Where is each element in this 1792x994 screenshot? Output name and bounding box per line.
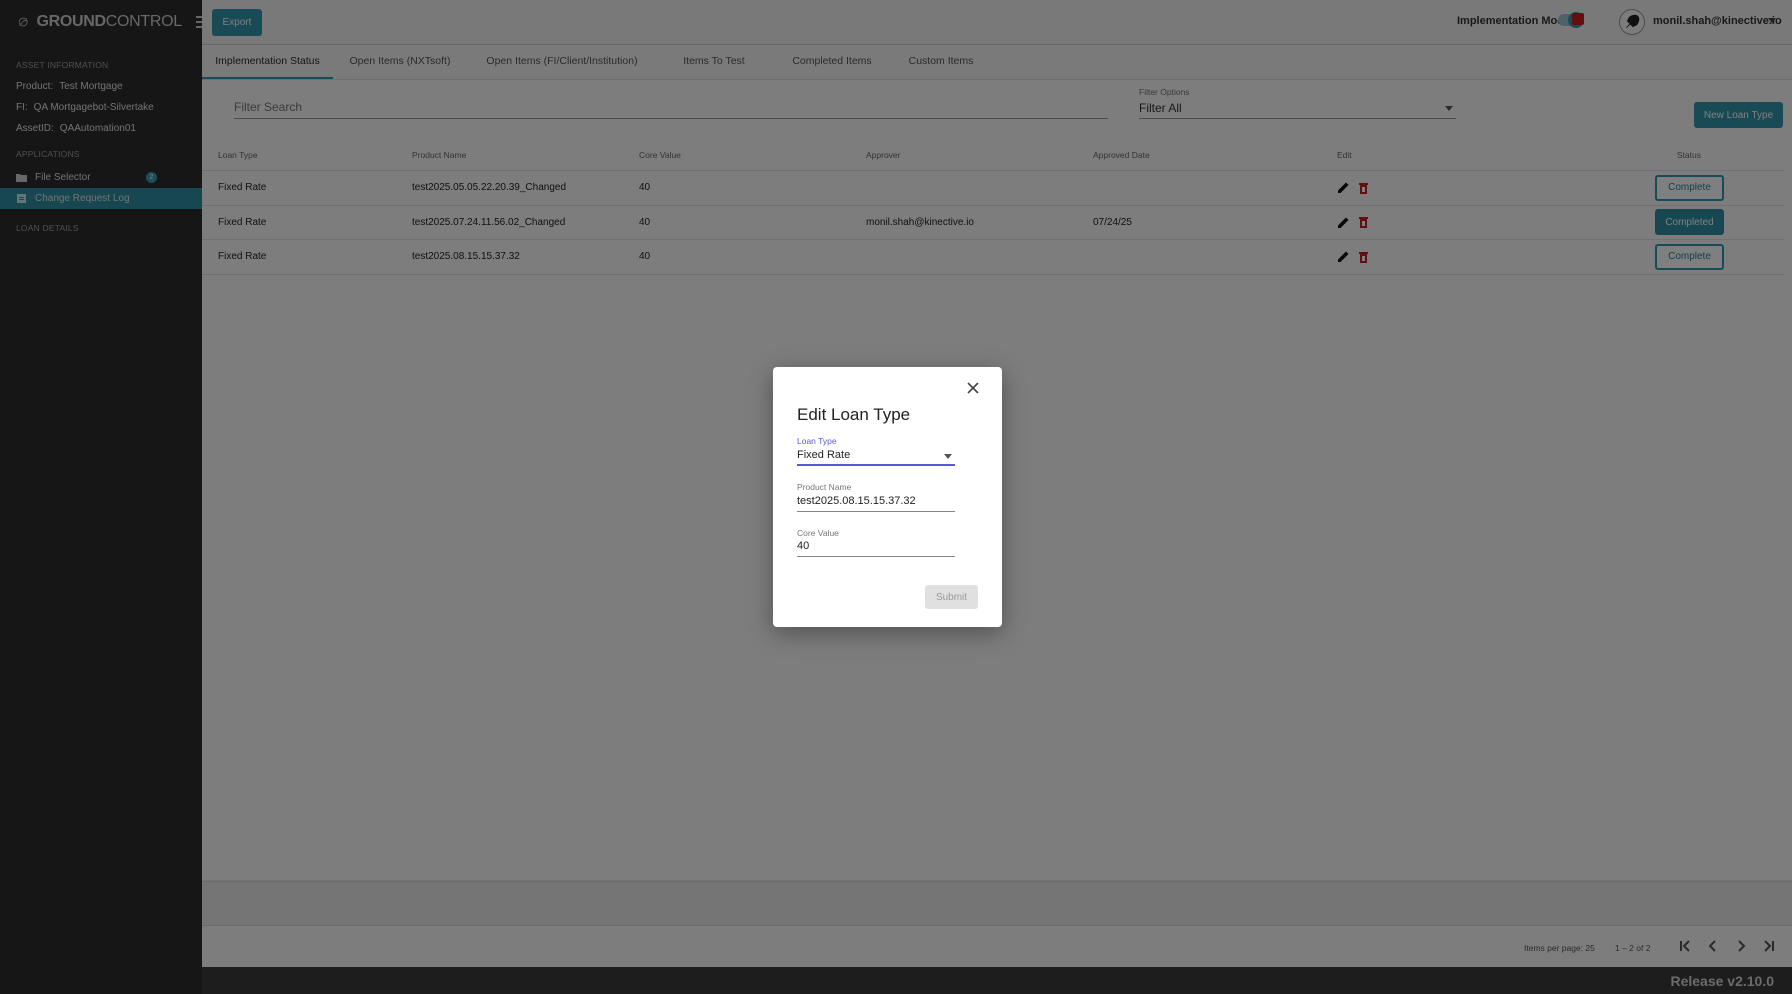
loan-type-select[interactable]: Fixed Rate [797, 446, 955, 466]
product-name-label: Product Name [797, 482, 852, 492]
submit-button[interactable]: Submit [925, 585, 978, 609]
loan-type-value: Fixed Rate [797, 449, 851, 461]
close-icon[interactable] [967, 382, 979, 394]
loan-type-label: Loan Type [797, 436, 837, 446]
product-name-field[interactable]: test2025.08.15.15.37.32 [797, 492, 955, 512]
dialog-title: Edit Loan Type [797, 405, 911, 424]
core-value-field[interactable]: 40 [797, 537, 955, 557]
edit-loan-type-dialog: Edit Loan Type Loan Type Fixed Rate Prod… [773, 367, 1002, 627]
dropdown-arrow-icon [944, 454, 952, 459]
